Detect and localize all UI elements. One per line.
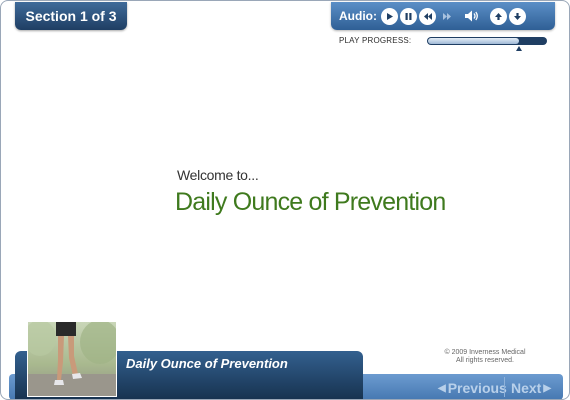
- up-arrow-icon[interactable]: [490, 7, 507, 25]
- speaker-icon[interactable]: [464, 9, 480, 23]
- fast-forward-icon[interactable]: [440, 8, 454, 25]
- audio-label: Audio:: [339, 9, 377, 23]
- previous-label: Previous: [447, 380, 507, 396]
- footer-course-title: Daily Ounce of Prevention: [126, 356, 288, 371]
- play-icon[interactable]: [381, 7, 398, 25]
- rights-line: All rights reserved.: [456, 357, 514, 364]
- next-label: Next: [511, 380, 542, 396]
- copyright-notice: © 2009 Inverness Medical All rights rese…: [433, 349, 537, 365]
- course-title: Daily Ounce of Prevention: [175, 188, 446, 216]
- play-progress-bar[interactable]: [427, 37, 547, 45]
- left-arrow-icon: ◀: [438, 382, 446, 394]
- pause-icon[interactable]: [400, 7, 417, 25]
- next-button[interactable]: Next ▶: [511, 380, 553, 396]
- rewind-icon[interactable]: [419, 7, 436, 25]
- course-frame: Section 1 of 3 Audio: PLAY PROGRESS: Wel…: [0, 0, 570, 400]
- copyright-line: © 2009 Inverness Medical: [444, 349, 526, 356]
- play-progress-marker[interactable]: [515, 46, 522, 51]
- play-progress-fill: [428, 38, 519, 44]
- previous-button[interactable]: ◀ Previous: [436, 380, 507, 396]
- right-arrow-icon: ▶: [543, 382, 552, 394]
- section-label: Section 1 of 3: [25, 8, 117, 24]
- play-progress-label: PLAY PROGRESS:: [339, 36, 412, 45]
- down-arrow-icon[interactable]: [509, 7, 526, 25]
- section-indicator: Section 1 of 3: [15, 2, 127, 30]
- welcome-text: Welcome to...: [177, 167, 259, 183]
- nav-divider: [504, 377, 505, 397]
- audio-controls: Audio:: [331, 2, 555, 30]
- runner-photo: [27, 321, 117, 397]
